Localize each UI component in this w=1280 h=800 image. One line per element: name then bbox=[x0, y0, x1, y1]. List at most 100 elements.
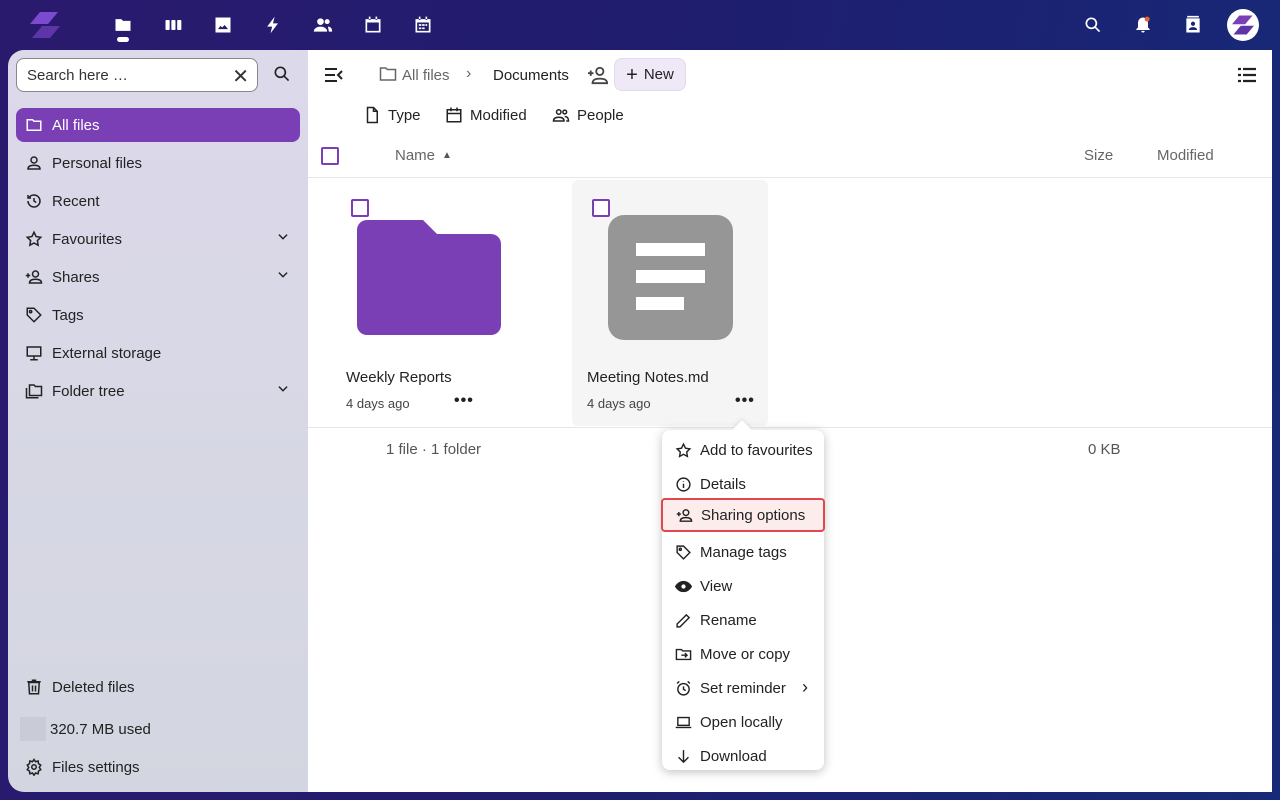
menu-item-open-locally[interactable]: Open locally bbox=[662, 705, 824, 739]
chevron-down-icon[interactable] bbox=[276, 268, 290, 282]
sidebar-item-recent[interactable]: Recent bbox=[16, 184, 300, 218]
menu-item-label: Details bbox=[700, 475, 746, 493]
menu-item-move-or-copy[interactable]: Move or copy bbox=[662, 637, 824, 671]
contacts-menu-icon[interactable] bbox=[1182, 14, 1204, 36]
menu-item-add-to-favourites[interactable]: Add to favourites bbox=[662, 433, 824, 467]
search-placeholder: Search here … bbox=[27, 67, 128, 84]
column-size[interactable]: Size bbox=[1084, 147, 1113, 164]
menu-item-label: Rename bbox=[700, 611, 757, 629]
notifications-icon[interactable] bbox=[1132, 14, 1154, 36]
file-date: 4 days ago bbox=[587, 396, 651, 411]
laptop-icon bbox=[674, 713, 692, 731]
app-logo[interactable] bbox=[30, 12, 60, 38]
sidebar-item-favourites[interactable]: Favourites bbox=[16, 222, 300, 256]
avatar[interactable] bbox=[1227, 9, 1259, 41]
search-button-icon[interactable] bbox=[272, 64, 292, 84]
folder-icon bbox=[379, 67, 397, 81]
menu-item-label: Open locally bbox=[700, 713, 783, 731]
quota-bar bbox=[20, 717, 46, 741]
share-icon bbox=[24, 267, 44, 287]
star-icon bbox=[674, 441, 692, 459]
calendar-grid-app-icon[interactable] bbox=[412, 14, 434, 36]
activity-app-icon[interactable] bbox=[262, 14, 284, 36]
search-input[interactable]: Search here … ✕ bbox=[16, 58, 258, 92]
sidebar-item-shares[interactable]: Shares bbox=[16, 260, 300, 294]
pencil-icon bbox=[674, 611, 692, 629]
sidebar-item-files-settings[interactable]: Files settings bbox=[16, 750, 300, 784]
info-icon bbox=[674, 475, 692, 493]
select-all-checkbox[interactable] bbox=[321, 147, 339, 165]
document-thumbnail-icon bbox=[608, 215, 733, 340]
sidebar-item-label: Deleted files bbox=[52, 678, 135, 696]
sidebar: Search here … ✕ All files Personal files … bbox=[8, 50, 308, 792]
menu-item-label: Add to favourites bbox=[700, 441, 813, 459]
folder-thumbnail-icon bbox=[357, 220, 501, 335]
menu-item-manage-tags[interactable]: Manage tags bbox=[662, 535, 824, 569]
sidebar-item-folder-tree[interactable]: Folder tree bbox=[16, 374, 300, 408]
breadcrumb-documents[interactable]: Documents bbox=[493, 67, 569, 84]
summary-counts: 1 file · 1 folder bbox=[386, 441, 482, 458]
file-actions-menu: Add to favourites Details Sharing option… bbox=[661, 430, 825, 773]
plus-icon: + bbox=[626, 63, 638, 86]
file-checkbox[interactable] bbox=[351, 199, 369, 217]
calendar-app-icon[interactable] bbox=[362, 14, 384, 36]
menu-item-download[interactable]: Download bbox=[662, 739, 824, 773]
contacts-app-icon[interactable] bbox=[312, 14, 334, 36]
tag-icon bbox=[24, 305, 44, 325]
sidebar-item-personal-files[interactable]: Personal files bbox=[16, 146, 300, 180]
file-card-meeting-notes[interactable]: Meeting Notes.md 4 days ago ••• bbox=[572, 180, 768, 426]
breadcrumb-all-files[interactable]: All files bbox=[402, 67, 450, 84]
file-name[interactable]: Weekly Reports bbox=[346, 369, 452, 386]
share-folder-icon[interactable] bbox=[587, 65, 609, 85]
share-icon bbox=[675, 506, 693, 524]
monitor-icon bbox=[24, 343, 44, 363]
menu-item-set-reminder[interactable]: Set reminder › bbox=[662, 671, 824, 705]
sidebar-item-external-storage[interactable]: External storage bbox=[16, 336, 300, 370]
quota-label: 320.7 MB used bbox=[50, 720, 151, 738]
more-actions-icon[interactable]: ••• bbox=[735, 392, 755, 410]
chevron-down-icon[interactable] bbox=[276, 382, 290, 396]
search-icon[interactable] bbox=[1082, 14, 1104, 36]
top-bar bbox=[0, 0, 1280, 50]
toggle-sidebar-icon[interactable] bbox=[324, 66, 344, 84]
chevron-down-icon[interactable] bbox=[276, 230, 290, 244]
filter-people[interactable]: People bbox=[552, 106, 624, 124]
menu-item-label: Move or copy bbox=[700, 645, 791, 663]
summary-size: 0 KB bbox=[1088, 441, 1121, 458]
folder-icon bbox=[24, 115, 44, 135]
menu-item-label: Set reminder bbox=[700, 679, 786, 697]
file-card-weekly-reports[interactable]: Weekly Reports 4 days ago ••• bbox=[332, 180, 528, 426]
sidebar-item-deleted-files[interactable]: Deleted files bbox=[16, 670, 300, 704]
column-modified[interactable]: Modified bbox=[1157, 147, 1214, 164]
filter-modified[interactable]: Modified bbox=[445, 106, 527, 124]
quota-indicator[interactable]: 320.7 MB used bbox=[16, 712, 300, 746]
menu-item-sharing-options[interactable]: Sharing options bbox=[661, 498, 825, 532]
clear-search-icon[interactable]: ✕ bbox=[232, 64, 249, 89]
menu-item-view[interactable]: View bbox=[662, 569, 824, 603]
active-app-indicator bbox=[117, 37, 129, 42]
star-icon bbox=[24, 229, 44, 249]
file-name[interactable]: Meeting Notes.md bbox=[587, 369, 709, 386]
menu-item-rename[interactable]: Rename bbox=[662, 603, 824, 637]
sidebar-item-label: Files settings bbox=[52, 758, 140, 776]
chevron-right-icon: › bbox=[802, 677, 808, 697]
calendar-icon bbox=[446, 107, 462, 123]
folder-multiple-icon bbox=[24, 381, 44, 401]
files-app-icon[interactable] bbox=[112, 14, 134, 36]
divider bbox=[308, 177, 1272, 178]
column-name[interactable]: Name bbox=[395, 147, 435, 164]
sidebar-item-tags[interactable]: Tags bbox=[16, 298, 300, 332]
deck-app-icon[interactable] bbox=[162, 14, 184, 36]
file-icon bbox=[366, 106, 378, 124]
more-actions-icon[interactable]: ••• bbox=[454, 392, 474, 410]
list-view-icon[interactable] bbox=[1238, 67, 1256, 83]
sidebar-item-label: External storage bbox=[52, 344, 162, 362]
new-button[interactable]: + New bbox=[614, 58, 686, 91]
sidebar-item-all-files[interactable]: All files bbox=[16, 108, 300, 142]
menu-item-details[interactable]: Details bbox=[662, 467, 824, 501]
menu-item-label: View bbox=[700, 577, 733, 595]
filter-label: Modified bbox=[470, 106, 527, 124]
photos-app-icon[interactable] bbox=[212, 14, 234, 36]
filter-type[interactable]: Type bbox=[363, 106, 421, 124]
sidebar-item-label: All files bbox=[52, 116, 100, 134]
